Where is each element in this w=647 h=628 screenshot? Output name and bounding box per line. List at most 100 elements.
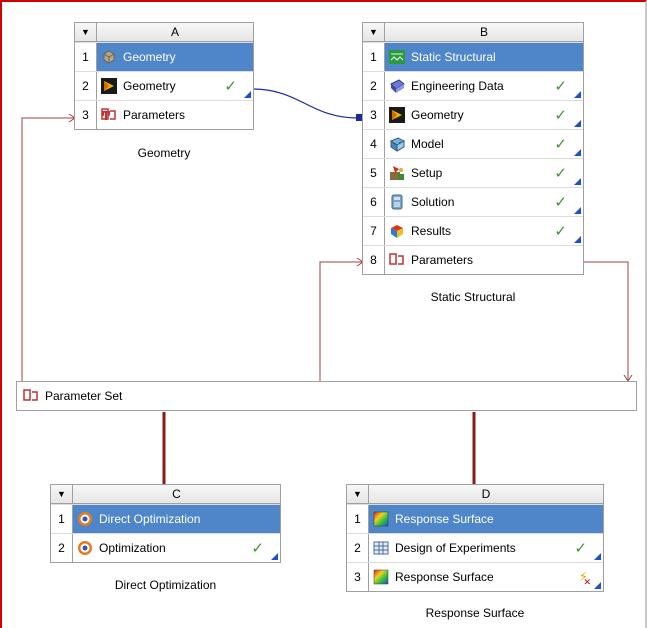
- cell-label: Direct Optimization: [99, 512, 201, 526]
- system-c-direct-optimization[interactable]: ▼ C 1 Direct Optimization 2 Optimization…: [50, 484, 281, 563]
- row-number: 6: [363, 188, 385, 216]
- row-number: 1: [363, 43, 385, 71]
- corner-triangle-icon: [574, 120, 581, 127]
- cell-row-3[interactable]: 3 Response Surface ⚡ ✕: [347, 562, 603, 591]
- static-structural-icon: [389, 49, 405, 65]
- row-number: 5: [363, 159, 385, 187]
- row-number: 1: [51, 505, 73, 533]
- up-to-date-check-icon: ✓: [554, 107, 567, 124]
- cell-row-1[interactable]: 1 Geometry: [75, 42, 253, 71]
- results-icon: [389, 223, 405, 239]
- system-header: ▼ B: [363, 23, 583, 42]
- cell-label: Results: [411, 224, 452, 238]
- parameters-icon: ͳ: [101, 107, 117, 123]
- cell-row-1[interactable]: 1 Response Surface: [347, 504, 603, 533]
- collapse-arrow-icon[interactable]: ▼: [347, 485, 369, 503]
- cell-label: Engineering Data: [411, 79, 504, 93]
- cell-row-3[interactable]: 3 ͳ Parameters: [75, 100, 253, 129]
- up-to-date-check-icon: ✓: [554, 78, 567, 95]
- engineering-data-icon: [389, 78, 405, 94]
- cell-row-2[interactable]: 2 Geometry ✓: [75, 71, 253, 100]
- cell-row-1[interactable]: 1 Direct Optimization: [51, 504, 280, 533]
- cell-row-7[interactable]: 7 Results ✓: [363, 216, 583, 245]
- corner-triangle-icon: [594, 553, 601, 560]
- system-d-caption[interactable]: Response Surface: [346, 606, 604, 620]
- system-c-caption[interactable]: Direct Optimization: [50, 578, 281, 592]
- up-to-date-check-icon: ✓: [251, 540, 264, 557]
- up-to-date-check-icon: ✓: [574, 540, 587, 557]
- corner-triangle-icon: [574, 178, 581, 185]
- corner-triangle-icon: [594, 582, 601, 589]
- setup-icon: [389, 165, 405, 181]
- parameter-set-label: Parameter Set: [45, 389, 123, 403]
- cell-label: Response Surface: [395, 512, 494, 526]
- system-header: ▼ D: [347, 485, 603, 504]
- row-number: 3: [363, 101, 385, 129]
- system-letter: C: [172, 487, 181, 501]
- system-header: ▼ C: [51, 485, 280, 504]
- collapse-arrow-icon[interactable]: ▼: [363, 23, 385, 41]
- corner-triangle-icon: [574, 91, 581, 98]
- cell-row-5[interactable]: 5 Setup ✓: [363, 158, 583, 187]
- row-number: 8: [363, 246, 385, 274]
- corner-triangle-icon: [574, 236, 581, 243]
- response-surface-icon: [373, 511, 389, 527]
- row-number: 4: [363, 130, 385, 158]
- system-b-static-structural[interactable]: ▼ B 1 Static Structural 2 Engineering Da…: [362, 22, 584, 275]
- cell-row-2[interactable]: 2 Design of Experiments ✓: [347, 533, 603, 562]
- row-number: 2: [75, 72, 97, 100]
- row-number: 1: [75, 43, 97, 71]
- corner-triangle-icon: [574, 149, 581, 156]
- cell-row-6[interactable]: 6 Solution ✓: [363, 187, 583, 216]
- cell-label: Design of Experiments: [395, 541, 516, 555]
- cell-row-1[interactable]: 1 Static Structural: [363, 42, 583, 71]
- row-number: 7: [363, 217, 385, 245]
- system-a-geometry[interactable]: ▼ A 1 Geometry 2 Geometry ✓ 3 ͳ Paramete…: [74, 22, 254, 130]
- system-d-response-surface[interactable]: ▼ D 1 Response Surface 2 Design of Exper…: [346, 484, 604, 592]
- cell-label: Setup: [411, 166, 443, 180]
- system-letter: D: [481, 487, 491, 501]
- cell-row-2[interactable]: 2 Optimization ✓: [51, 533, 280, 562]
- cell-label: Response Surface: [395, 570, 494, 584]
- cell-row-3[interactable]: 3 Geometry ✓: [363, 100, 583, 129]
- row-number: 2: [363, 72, 385, 100]
- optimization-target-icon: [77, 540, 93, 556]
- design-of-experiments-icon: [373, 540, 389, 556]
- cell-label: Solution: [411, 195, 455, 209]
- designmodeler-icon: [389, 107, 405, 123]
- cell-label: Optimization: [99, 541, 166, 555]
- geometry-cube-icon: [101, 49, 117, 65]
- up-to-date-check-icon: ✓: [554, 165, 567, 182]
- solution-icon: [389, 194, 405, 210]
- collapse-arrow-icon[interactable]: ▼: [51, 485, 73, 503]
- cell-row-4[interactable]: 4 Model ✓: [363, 129, 583, 158]
- update-required-x-icon: ✕: [583, 577, 591, 587]
- corner-triangle-icon: [271, 553, 278, 560]
- designmodeler-icon: [101, 78, 117, 94]
- parameters-icon: [389, 252, 405, 268]
- system-letter: B: [479, 25, 488, 39]
- system-letter: A: [170, 25, 179, 39]
- system-a-caption[interactable]: Geometry: [74, 146, 254, 160]
- row-number: 3: [75, 101, 97, 129]
- system-b-caption[interactable]: Static Structural: [362, 290, 584, 304]
- up-to-date-check-icon: ✓: [224, 78, 237, 95]
- cell-label: Model: [411, 137, 444, 151]
- row-number: 2: [347, 534, 369, 562]
- cell-row-8[interactable]: 8 Parameters: [363, 245, 583, 274]
- optimization-target-icon: [77, 511, 93, 527]
- row-number: 3: [347, 563, 369, 591]
- parameter-set-bar[interactable]: Parameter Set: [16, 381, 637, 411]
- up-to-date-check-icon: ✓: [554, 223, 567, 240]
- response-surface-icon: [373, 569, 389, 585]
- corner-triangle-icon: [244, 91, 251, 98]
- cell-label: Geometry: [411, 108, 464, 122]
- up-to-date-check-icon: ✓: [554, 136, 567, 153]
- cell-label: Geometry: [123, 79, 176, 93]
- collapse-arrow-icon[interactable]: ▼: [75, 23, 97, 41]
- cell-label: Geometry: [123, 50, 176, 64]
- row-number: 1: [347, 505, 369, 533]
- cell-label: Static Structural: [411, 50, 496, 64]
- up-to-date-check-icon: ✓: [554, 194, 567, 211]
- cell-row-2[interactable]: 2 Engineering Data ✓: [363, 71, 583, 100]
